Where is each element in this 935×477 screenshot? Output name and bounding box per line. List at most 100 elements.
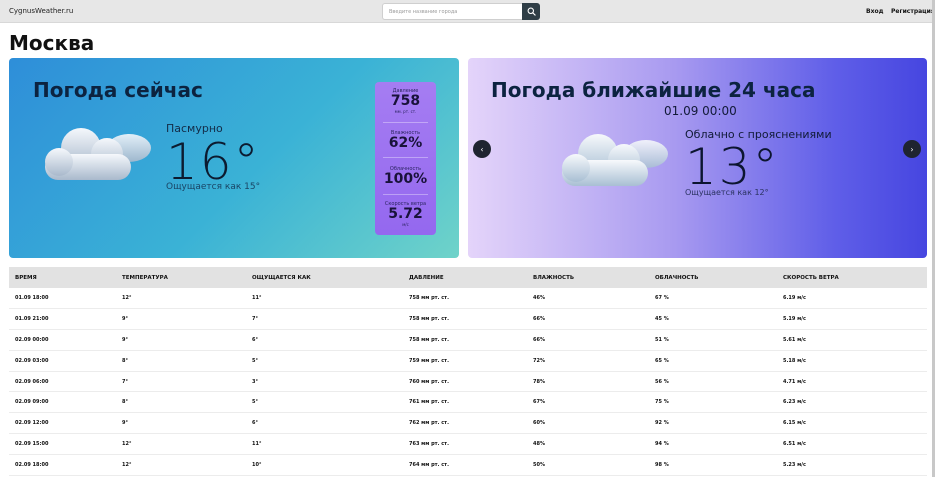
search-icon [527, 7, 536, 16]
table-cell: 01.09 21:00 [15, 316, 49, 323]
stat-divider [383, 157, 428, 158]
table-cell: 6° [252, 420, 258, 427]
table-cell: 92 % [655, 420, 669, 427]
table-cell: 6.23 м/с [783, 399, 806, 406]
table-cell: 9° [122, 316, 128, 323]
forecast-next-button[interactable]: › [903, 140, 921, 158]
table-cell: 02.09 03:00 [15, 357, 49, 364]
table-cell: 98 % [655, 461, 669, 468]
table-cell: 5.61 м/с [783, 336, 806, 343]
table-row: 02.09 00:00 9° 6° 758 мм рт. ст. 66% 51 % 5.61… [9, 330, 927, 351]
humidity-value: 62% [388, 135, 423, 151]
table-cell: 758 мм рт. ст. [409, 336, 449, 343]
table-cell: 75 % [655, 399, 669, 406]
forecast-prev-button[interactable]: ‹ [473, 140, 491, 158]
wind-value: 5.72 [388, 206, 423, 222]
table-cell: 3° [252, 378, 258, 385]
table-cell: 94 % [655, 440, 669, 447]
table-cell: 5° [252, 399, 258, 406]
table-cell: 66% [533, 316, 545, 323]
table-cell: 6° [252, 336, 258, 343]
table-cell: 02.09 09:00 [15, 399, 49, 406]
overcast-cloud-icon [45, 128, 151, 180]
table-cell: 11° [252, 440, 262, 447]
cloudiness-stat: Облачность 100% [375, 166, 436, 187]
city-title: Москва [9, 31, 95, 55]
column-header: ВЛАЖНОСТЬ [533, 274, 575, 281]
column-header: ВРЕМЯ [15, 274, 37, 281]
cloudiness-value: 100% [383, 171, 428, 187]
table-cell: 7° [122, 378, 128, 385]
table-cell: 7° [252, 316, 258, 323]
column-header: ОЩУЩАЕТСЯ КАК [252, 274, 311, 281]
table-cell: 5.18 м/с [783, 357, 806, 364]
column-header: ОБЛАЧНОСТЬ [655, 274, 699, 281]
table-cell: 8° [122, 357, 128, 364]
table-cell: 4.71 м/с [783, 378, 806, 385]
city-search-input[interactable] [382, 3, 522, 20]
table-cell: 8° [122, 399, 128, 406]
table-cell: 11° [252, 295, 262, 302]
table-cell: 759 мм рт. ст. [409, 357, 449, 364]
site-logo[interactable]: CygnusWeather.ru [9, 7, 73, 15]
table-cell: 56 % [655, 378, 669, 385]
forecast-datetime: 01.09 00:00 [664, 104, 737, 118]
table-cell: 02.09 18:00 [15, 461, 49, 468]
column-header: ТЕМПЕРАТУРА [122, 274, 168, 281]
table-cell: 12° [122, 440, 132, 447]
table-cell: 02.09 15:00 [15, 440, 49, 447]
column-header: ДАВЛЕНИЕ [409, 274, 444, 281]
table-cell: 01.09 18:00 [15, 295, 49, 302]
current-feels-like: Ощущается как 15° [166, 182, 261, 192]
table-cell: 10° [252, 461, 262, 468]
table-row: 01.09 21:00 9° 7° 758 мм рт. ст. 66% 45 % 5.19… [9, 309, 927, 330]
table-cell: 763 мм рт. ст. [409, 440, 449, 447]
table-row: 02.09 15:00 12° 11° 763 мм рт. ст. 48% 94 % 6.… [9, 434, 927, 455]
table-cell: 66% [533, 336, 545, 343]
current-weather-card: Погода сейчас Пасмурно 16° Ощущается как… [9, 58, 459, 258]
table-cell: 6.51 м/с [783, 440, 806, 447]
table-cell: 761 мм рт. ст. [409, 399, 449, 406]
pressure-unit: мм. рт. ст. [394, 109, 417, 114]
table-row: 02.09 09:00 8° 5° 761 мм рт. ст. 67% 75 % 6.23… [9, 392, 927, 413]
forecast-card: Погода ближайшие 24 часа 01.09 00:00 ‹ О… [468, 58, 927, 258]
table-cell: 9° [122, 420, 128, 427]
table-cell: 5.19 м/с [783, 316, 806, 323]
search-button[interactable] [522, 3, 540, 20]
table-row: 02.09 12:00 9° 6° 762 мм рт. ст. 60% 92 % 6.15… [9, 413, 927, 434]
table-cell: 50% [533, 461, 545, 468]
wind-unit: м/с [402, 222, 409, 227]
table-cell: 67% [533, 399, 545, 406]
table-row: 02.09 06:00 7° 3° 760 мм рт. ст. 78% 56 % 4.71… [9, 371, 927, 392]
wind-stat: Скорость ветра 5.72 м/с [375, 201, 436, 227]
chevron-left-icon: ‹ [480, 144, 484, 154]
table-cell: 67 % [655, 295, 669, 302]
current-stats-panel: Давление 758 мм. рт. ст. Влажность 62% О… [375, 82, 436, 235]
register-link[interactable]: Регистрация [891, 8, 935, 15]
table-cell: 48% [533, 440, 545, 447]
stat-divider [383, 194, 428, 195]
table-cell: 12° [122, 461, 132, 468]
forecast-title: Погода ближайшие 24 часа [491, 78, 816, 102]
table-cell: 760 мм рт. ст. [409, 378, 449, 385]
table-cell: 46% [533, 295, 545, 302]
table-cell: 02.09 00:00 [15, 336, 49, 343]
table-row: 02.09 18:00 12° 10° 764 мм рт. ст. 50% 98 % 5.… [9, 454, 927, 476]
forecast-feels-like: Ощущается как 12° [685, 188, 769, 197]
table-cell: 78% [533, 378, 545, 385]
login-link[interactable]: Вход [866, 8, 883, 15]
table-header-row: ВРЕМЯ ТЕМПЕРАТУРА ОЩУЩАЕТСЯ КАК ДАВЛЕНИЕ… [9, 267, 927, 288]
table-row: 01.09 18:00 12° 11° 758 мм рт. ст. 46% 67 % 6.… [9, 288, 927, 309]
table-cell: 65 % [655, 357, 669, 364]
partly-cloudy-icon [562, 134, 668, 186]
search-form [382, 3, 540, 20]
table-row: 02.09 03:00 8° 5° 759 мм рт. ст. 72% 65 % 5.18… [9, 350, 927, 372]
table-cell: 6.19 м/с [783, 295, 806, 302]
table-cell: 758 мм рт. ст. [409, 295, 449, 302]
table-cell: 02.09 06:00 [15, 378, 49, 385]
table-cell: 02.09 12:00 [15, 420, 49, 427]
pressure-stat: Давление 758 мм. рт. ст. [375, 88, 436, 114]
table-cell: 762 мм рт. ст. [409, 420, 449, 427]
table-cell: 758 мм рт. ст. [409, 316, 449, 323]
column-header: СКОРОСТЬ ВЕТРА [783, 274, 839, 281]
